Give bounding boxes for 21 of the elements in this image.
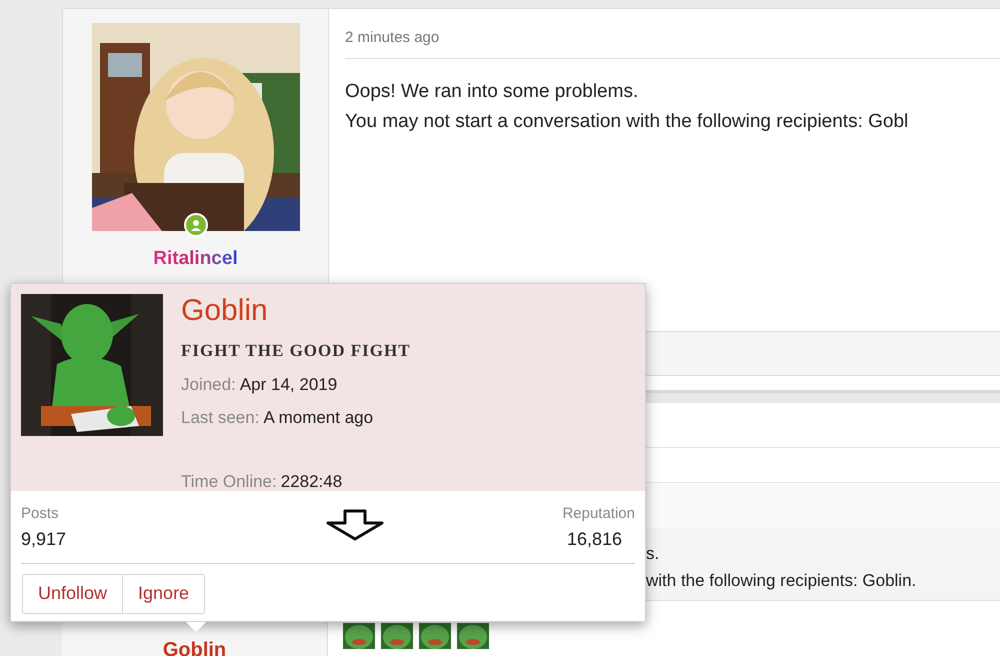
stat-label: Posts (21, 504, 59, 524)
field-label: Last seen: (181, 407, 260, 429)
post-time[interactable]: 2 minutes ago (345, 29, 440, 46)
stat-value: 16,816 (566, 528, 622, 550)
action-button[interactable]: Ignore (123, 574, 206, 614)
user-title: FIGHT THE GOOD FIGHT (181, 340, 411, 362)
field-value: A moment ago (263, 407, 374, 429)
username[interactable]: Goblin (162, 640, 226, 656)
message-text: s. (646, 543, 660, 565)
stat-value: 9,917 (21, 528, 66, 550)
message-text: with the following recipients: Goblin. (646, 570, 918, 592)
message-text: You may not start a conversation with the following recipients: Gobl (345, 110, 910, 134)
field-label: Joined: (181, 374, 236, 396)
field-value: Apr 14, 2019 (240, 374, 338, 396)
action-button[interactable]: Unfollow (22, 574, 124, 614)
field-value: 2282:48 (280, 470, 342, 492)
field-label: Time Online: (181, 470, 277, 492)
popup-username[interactable]: Goblin (181, 296, 411, 326)
message-text: Oops! We ran into some problems. (345, 80, 640, 104)
down-arrow-icon (325, 509, 385, 541)
stat-label: Reputation (562, 504, 635, 524)
